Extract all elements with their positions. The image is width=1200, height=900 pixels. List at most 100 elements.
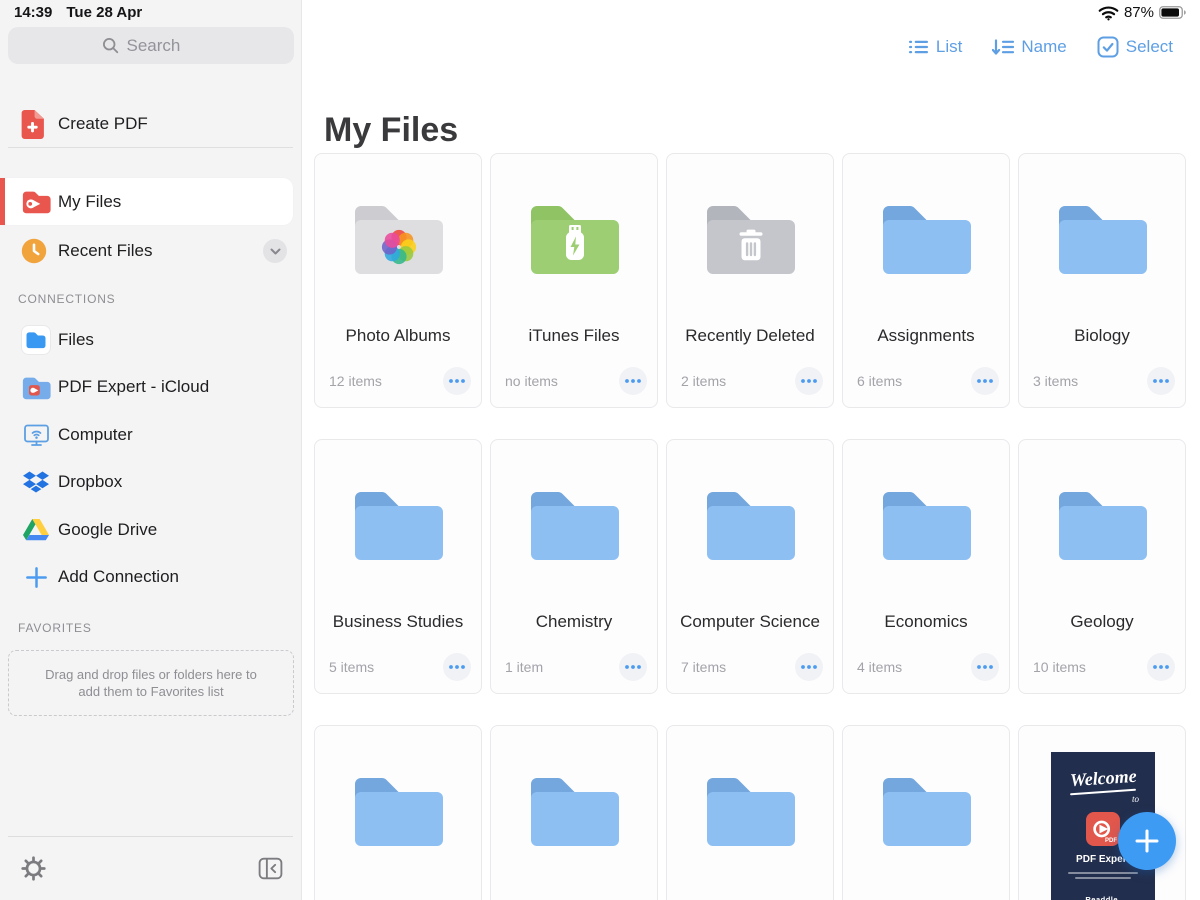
item-count: 12 items (329, 373, 382, 389)
folder-name: Business Studies (332, 612, 464, 631)
list-icon (908, 38, 929, 56)
battery-percent: 87% (1123, 4, 1154, 21)
more-options-button[interactable] (971, 653, 999, 681)
sidebar: 14:39 Tue 28 Apr Create PDF My Files Rec… (0, 0, 302, 900)
pdf-badge: PDF (1105, 837, 1117, 844)
select-label: Select (1125, 37, 1173, 56)
card-footer: 4 items (857, 653, 999, 681)
sidebar-item-recent-files[interactable]: Recent Files (0, 231, 301, 271)
card-footer: 6 items (857, 367, 999, 395)
folder-card[interactable]: Business Studies 5 items (314, 439, 482, 694)
folder-card[interactable]: Economics 4 items (842, 439, 1010, 694)
create-pdf-icon (21, 109, 44, 139)
folder-name: Computer Science (680, 612, 820, 631)
folder-name: Recently Deleted (685, 326, 815, 345)
folder-name: Geology (1070, 612, 1134, 631)
collapse-sidebar-button[interactable] (256, 854, 284, 882)
more-options-button[interactable] (795, 367, 823, 395)
folder-card[interactable]: Computer Science 7 items (666, 439, 834, 694)
more-options-button[interactable] (971, 367, 999, 395)
connection-label: Computer (58, 424, 133, 444)
sidebar-connection-files[interactable]: Files (0, 316, 301, 364)
status-time: 14:39 (14, 4, 53, 21)
sort-by-name-button[interactable]: Name (992, 36, 1067, 58)
more-options-button[interactable] (619, 367, 647, 395)
folder-card[interactable]: Assignments 6 items (842, 153, 1010, 408)
sidebar-connection-pdf-expert-icloud[interactable]: PDF Expert - iCloud (0, 364, 301, 412)
trash-folder-icon (699, 196, 803, 282)
folder-card[interactable]: Geology 10 items (1018, 439, 1186, 694)
poster-title: Welcome (1069, 765, 1137, 791)
add-plus-icon (20, 565, 52, 590)
more-options-button[interactable] (1147, 367, 1175, 395)
settings-button[interactable] (19, 854, 47, 882)
photos-folder-icon (347, 196, 451, 282)
gear-icon (20, 855, 47, 882)
icloud-folder-icon (20, 375, 52, 400)
battery-icon (1159, 6, 1187, 19)
my-files-label: My Files (58, 191, 122, 211)
item-count: 10 items (1033, 659, 1086, 675)
folder-card[interactable]: Biology 3 items (1018, 153, 1186, 408)
computer-icon (20, 422, 52, 448)
ellipsis-icon (976, 378, 994, 384)
sidebar-divider (8, 147, 293, 148)
sidebar-connection-google-drive[interactable]: Google Drive (0, 506, 301, 554)
sidebar-connection-add-connection[interactable]: Add Connection (0, 554, 301, 602)
card-footer: 2 items (681, 367, 823, 395)
connection-label: Files (58, 329, 94, 349)
more-options-button[interactable] (795, 653, 823, 681)
selected-accent-bar (0, 178, 5, 225)
more-options-button[interactable] (619, 653, 647, 681)
item-count: 2 items (681, 373, 727, 389)
folder-card[interactable] (666, 725, 834, 900)
blue-folder-icon (347, 482, 451, 568)
pdf-expert-app: 14:39 Tue 28 Apr Create PDF My Files Rec… (0, 0, 1200, 900)
more-options-button[interactable] (443, 653, 471, 681)
clock-icon (21, 238, 47, 264)
sidebar-footer (0, 836, 301, 900)
ellipsis-icon (624, 664, 642, 670)
sidebar-connection-computer[interactable]: Computer (0, 411, 301, 459)
card-footer: 3 items (1033, 367, 1175, 395)
blue-folder-icon (875, 482, 979, 568)
item-count: 3 items (1033, 373, 1079, 389)
folder-card[interactable]: Chemistry 1 item (490, 439, 658, 694)
ellipsis-icon (800, 378, 818, 384)
sidebar-item-my-files[interactable]: My Files (0, 178, 293, 225)
folder-card[interactable]: Recently Deleted 2 items (666, 153, 834, 408)
sort-label: Name (1021, 37, 1067, 56)
recent-files-expand-button[interactable] (263, 239, 287, 263)
poster-brand: Readdle. (1085, 894, 1121, 900)
more-options-button[interactable] (443, 367, 471, 395)
list-view-button[interactable]: List (908, 36, 962, 58)
folder-card[interactable] (314, 725, 482, 900)
folder-card[interactable]: iTunes Files no items (490, 153, 658, 408)
add-new-fab-button[interactable] (1118, 812, 1176, 870)
folder-card[interactable] (842, 725, 1010, 900)
files-icon (20, 324, 52, 355)
recent-files-label: Recent Files (58, 241, 153, 260)
create-pdf-button[interactable]: Create PDF (0, 104, 301, 144)
card-footer: no items (505, 367, 647, 395)
blue-folder-icon (1051, 196, 1155, 282)
favorites-dropzone[interactable]: Drag and drop files or folders here to a… (8, 650, 294, 716)
connection-label: PDF Expert - iCloud (58, 377, 210, 397)
select-button[interactable]: Select (1097, 36, 1173, 58)
list-label: List (935, 37, 963, 56)
search-input[interactable] (124, 34, 201, 57)
blue-folder-icon (523, 768, 627, 854)
item-count: 1 item (505, 659, 544, 675)
search-field[interactable] (8, 27, 294, 64)
more-options-button[interactable] (1147, 653, 1175, 681)
folder-card[interactable]: Photo Albums 12 items (314, 153, 482, 408)
folder-card[interactable] (490, 725, 658, 900)
ellipsis-icon (1152, 664, 1170, 670)
item-count: 7 items (681, 659, 727, 675)
sidebar-connection-dropbox[interactable]: Dropbox (0, 459, 301, 507)
connection-label: Google Drive (58, 519, 158, 539)
document-card[interactable]: Welcome to PDF PDF Expert Readdle. (1018, 725, 1186, 900)
card-footer: 10 items (1033, 653, 1175, 681)
status-bar-left: 14:39 Tue 28 Apr (14, 4, 142, 21)
plus-icon (1134, 828, 1160, 854)
